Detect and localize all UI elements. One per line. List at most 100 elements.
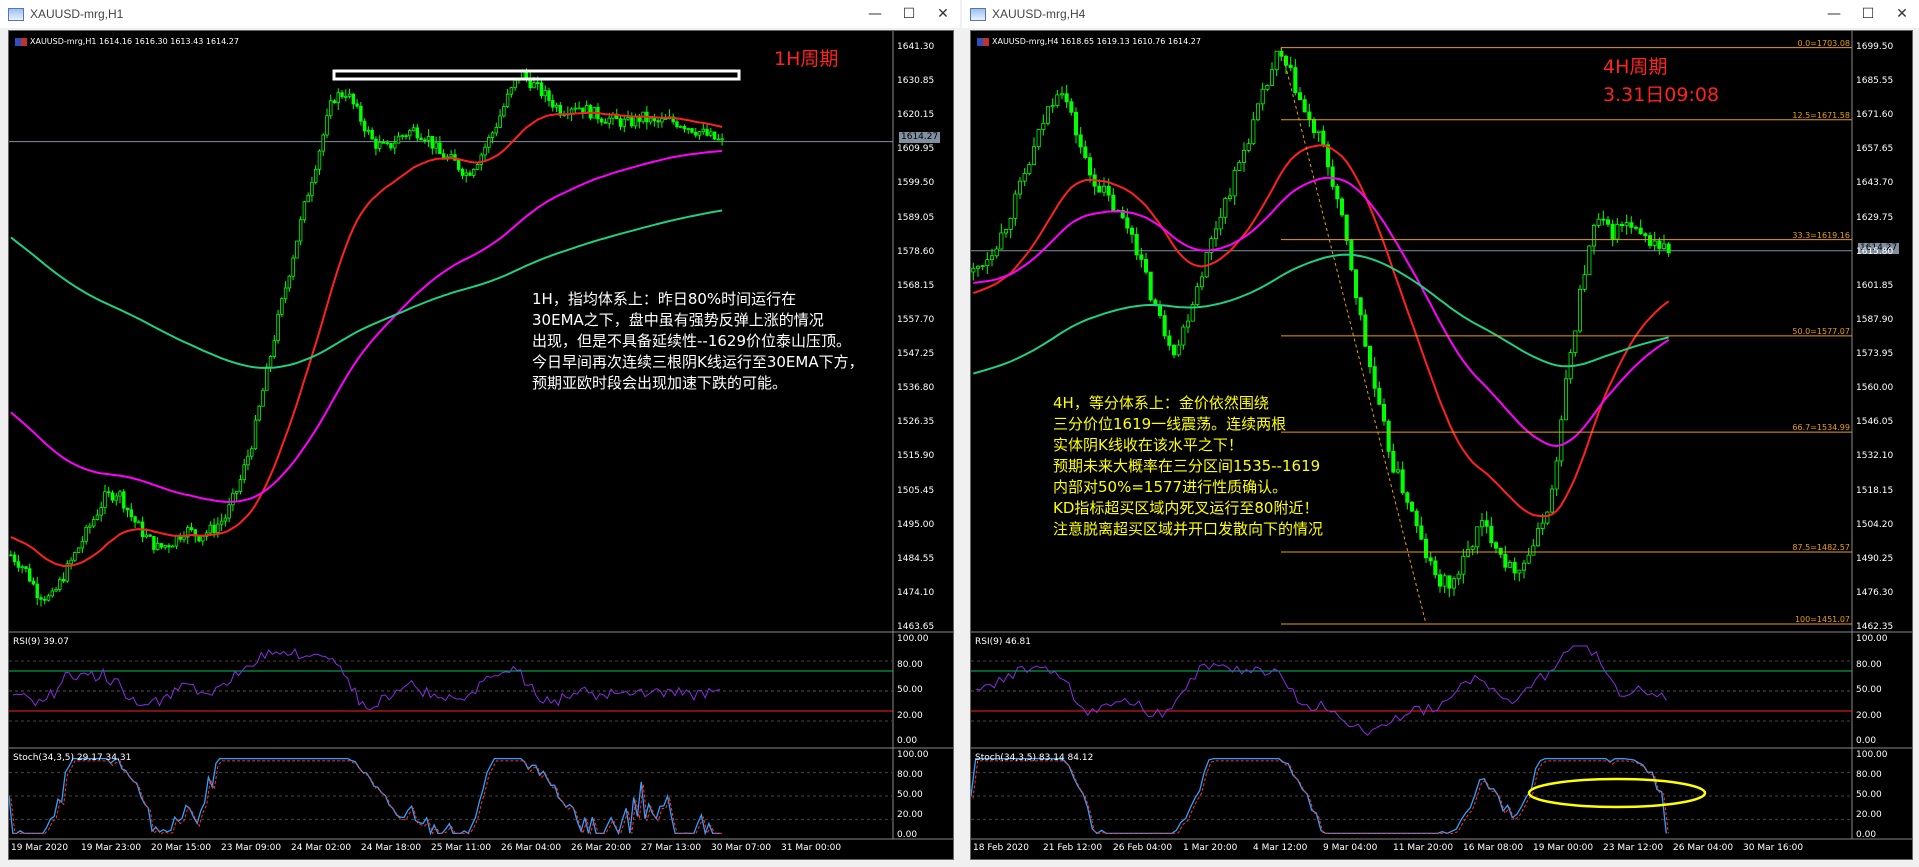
candle-body <box>1400 469 1405 494</box>
price-tick: 1515.90 <box>897 451 935 462</box>
candle-body <box>227 504 231 519</box>
candle-body <box>1507 562 1513 568</box>
rsi-tick: 50.00 <box>1856 685 1882 695</box>
price-tick: 1518.15 <box>1856 485 1894 496</box>
candle-body <box>1377 387 1382 405</box>
candle-body <box>494 126 499 134</box>
current-price-tag: 1614.27 <box>899 132 941 143</box>
maximize-button[interactable]: ☐ <box>1851 0 1885 28</box>
time-tick: 23 Mar 12:00 <box>1603 843 1664 853</box>
candle-body <box>1633 226 1639 229</box>
price-tick: 1657.65 <box>1856 144 1894 155</box>
candle-body <box>1293 67 1298 94</box>
h1-chart-canvas <box>9 31 953 840</box>
stoch-tick: 20.00 <box>897 810 923 820</box>
candle-body <box>9 554 13 557</box>
price-tick: 1578.60 <box>897 246 935 257</box>
candle-body <box>720 138 724 141</box>
candle-body <box>129 509 134 518</box>
price-tick: 1484.55 <box>897 553 935 564</box>
candle-body <box>1059 93 1065 96</box>
chart-window-icon <box>8 7 24 21</box>
candle-body <box>321 134 325 152</box>
candle-body <box>1587 245 1592 276</box>
price-tick: 1685.55 <box>1856 76 1894 87</box>
candle-body <box>1344 214 1349 241</box>
candle-body <box>603 121 608 124</box>
candle-body <box>302 201 307 221</box>
candle-body <box>1573 330 1578 353</box>
candle-body <box>1195 286 1200 305</box>
candle-body <box>1624 222 1629 227</box>
close-button[interactable]: ✕ <box>926 0 960 28</box>
minimize-button[interactable]: — <box>1817 0 1851 28</box>
chart-header: XAUUSD-mrg,H1 1614.16 1616.30 1613.43 16… <box>15 37 239 47</box>
candle-body <box>313 168 318 183</box>
candle-body <box>449 154 453 158</box>
candle-body <box>1559 419 1564 462</box>
stoch-d-line <box>10 760 723 836</box>
candle-body <box>374 138 378 149</box>
candle-body <box>46 595 51 601</box>
candle-body <box>1064 93 1069 103</box>
candle-body <box>155 543 160 550</box>
right-titlebar[interactable]: XAUUSD-mrg,H4 — ☐ ✕ <box>962 0 1919 28</box>
candle-body <box>1157 305 1163 316</box>
candle-body <box>1055 94 1060 106</box>
analysis-annotation: 1H，指均体系上：昨日80%时间运行在 30EMA之下，盘中虽有强势反弹上涨的情况… <box>532 289 864 394</box>
candle-body <box>1498 547 1503 555</box>
candle-body <box>61 579 66 582</box>
candle-body <box>1479 520 1485 528</box>
rsi-line <box>12 648 721 711</box>
candle-body <box>1442 575 1447 587</box>
candle-body <box>1619 223 1625 227</box>
rsi-label: RSI(9) 46.81 <box>975 637 1031 647</box>
candle-body <box>1666 243 1671 254</box>
price-tick: 1490.25 <box>1856 553 1894 564</box>
price-tick: 1587.90 <box>1856 314 1894 325</box>
candle-body <box>618 118 623 127</box>
stoch-tick: 0.00 <box>1856 830 1877 840</box>
stoch-tick: 20.00 <box>1856 810 1882 820</box>
candle-body <box>265 366 269 391</box>
candle-body <box>1134 233 1139 256</box>
candle-body <box>1041 122 1046 131</box>
close-button[interactable]: ✕ <box>1885 0 1919 28</box>
h4-chart-area[interactable]: XAUUSD-mrg,H4 1618.65 1619.13 1610.76 16… <box>970 30 1913 860</box>
candle-body <box>980 265 985 268</box>
price-tick: 1560.00 <box>1856 383 1894 394</box>
h1-chart-area[interactable]: XAUUSD-mrg,H1 1614.16 1616.30 1613.43 16… <box>8 30 954 860</box>
candle-body <box>231 492 235 506</box>
fib-level-label: 12.5=1671.58 <box>1792 110 1850 120</box>
candle-body <box>1605 219 1611 225</box>
candle-body <box>1316 130 1321 133</box>
candle-body <box>1372 366 1377 389</box>
candle-body <box>1484 520 1489 527</box>
price-tick: 1599.50 <box>897 178 935 189</box>
minimize-button[interactable]: — <box>858 0 892 28</box>
maximize-button[interactable]: ☐ <box>892 0 926 28</box>
window-title: XAUUSD-mrg,H1 <box>30 7 124 21</box>
candle-body <box>408 130 412 137</box>
candle-body <box>370 129 374 140</box>
candle-body <box>1106 185 1111 196</box>
price-tick: 1573.95 <box>1856 349 1894 360</box>
left-titlebar[interactable]: XAUUSD-mrg,H1 — ☐ ✕ <box>0 0 960 28</box>
price-tick: 1557.70 <box>897 314 935 325</box>
candle-body <box>1260 88 1265 105</box>
candle-body <box>626 117 630 120</box>
candle-body <box>716 138 721 141</box>
candle-body <box>291 257 295 277</box>
chart-header-text: XAUUSD-mrg,H1 1614.16 1616.30 1613.43 16… <box>30 37 239 46</box>
candle-body <box>513 79 517 89</box>
candle-body <box>1078 134 1083 148</box>
candle-body <box>694 131 698 136</box>
candle-body <box>107 491 111 494</box>
candle-body <box>1395 469 1401 473</box>
candle-body <box>532 82 536 89</box>
time-tick: 26 Feb 04:00 <box>1113 843 1173 853</box>
candle-body <box>487 137 491 148</box>
price-tick: 1641.30 <box>897 42 935 52</box>
candle-body <box>31 580 36 585</box>
candle-body <box>1097 185 1102 193</box>
